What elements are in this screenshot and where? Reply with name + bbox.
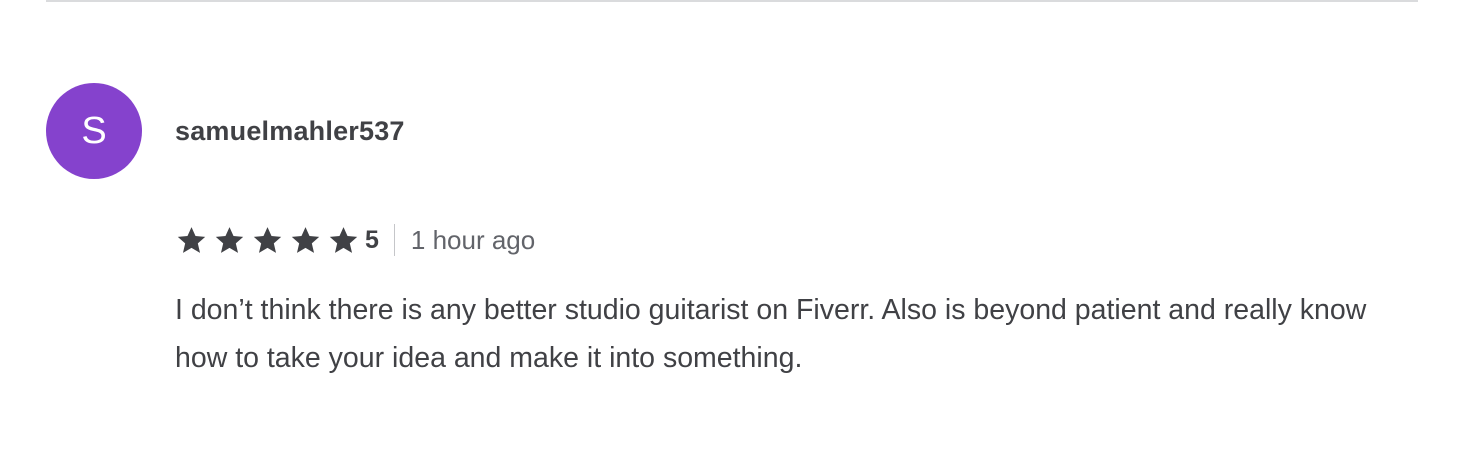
star-icon <box>253 226 282 253</box>
star-icon <box>177 226 206 253</box>
star-rating <box>175 225 360 256</box>
reviewer-username[interactable]: samuelmahler537 <box>175 114 405 148</box>
star-icon <box>215 226 244 253</box>
review-text: I don’t think there is any better studio… <box>175 294 1367 374</box>
rating-value: 5 <box>365 226 379 254</box>
top-divider <box>46 0 1418 2</box>
rating-row: 5 1 hour ago <box>175 223 535 257</box>
rating-divider <box>393 224 395 256</box>
star-icon <box>291 226 320 253</box>
avatar-initial: S <box>81 109 107 152</box>
review-time: 1 hour ago <box>410 225 536 255</box>
avatar[interactable]: S <box>46 83 142 179</box>
star-icon <box>329 226 358 253</box>
